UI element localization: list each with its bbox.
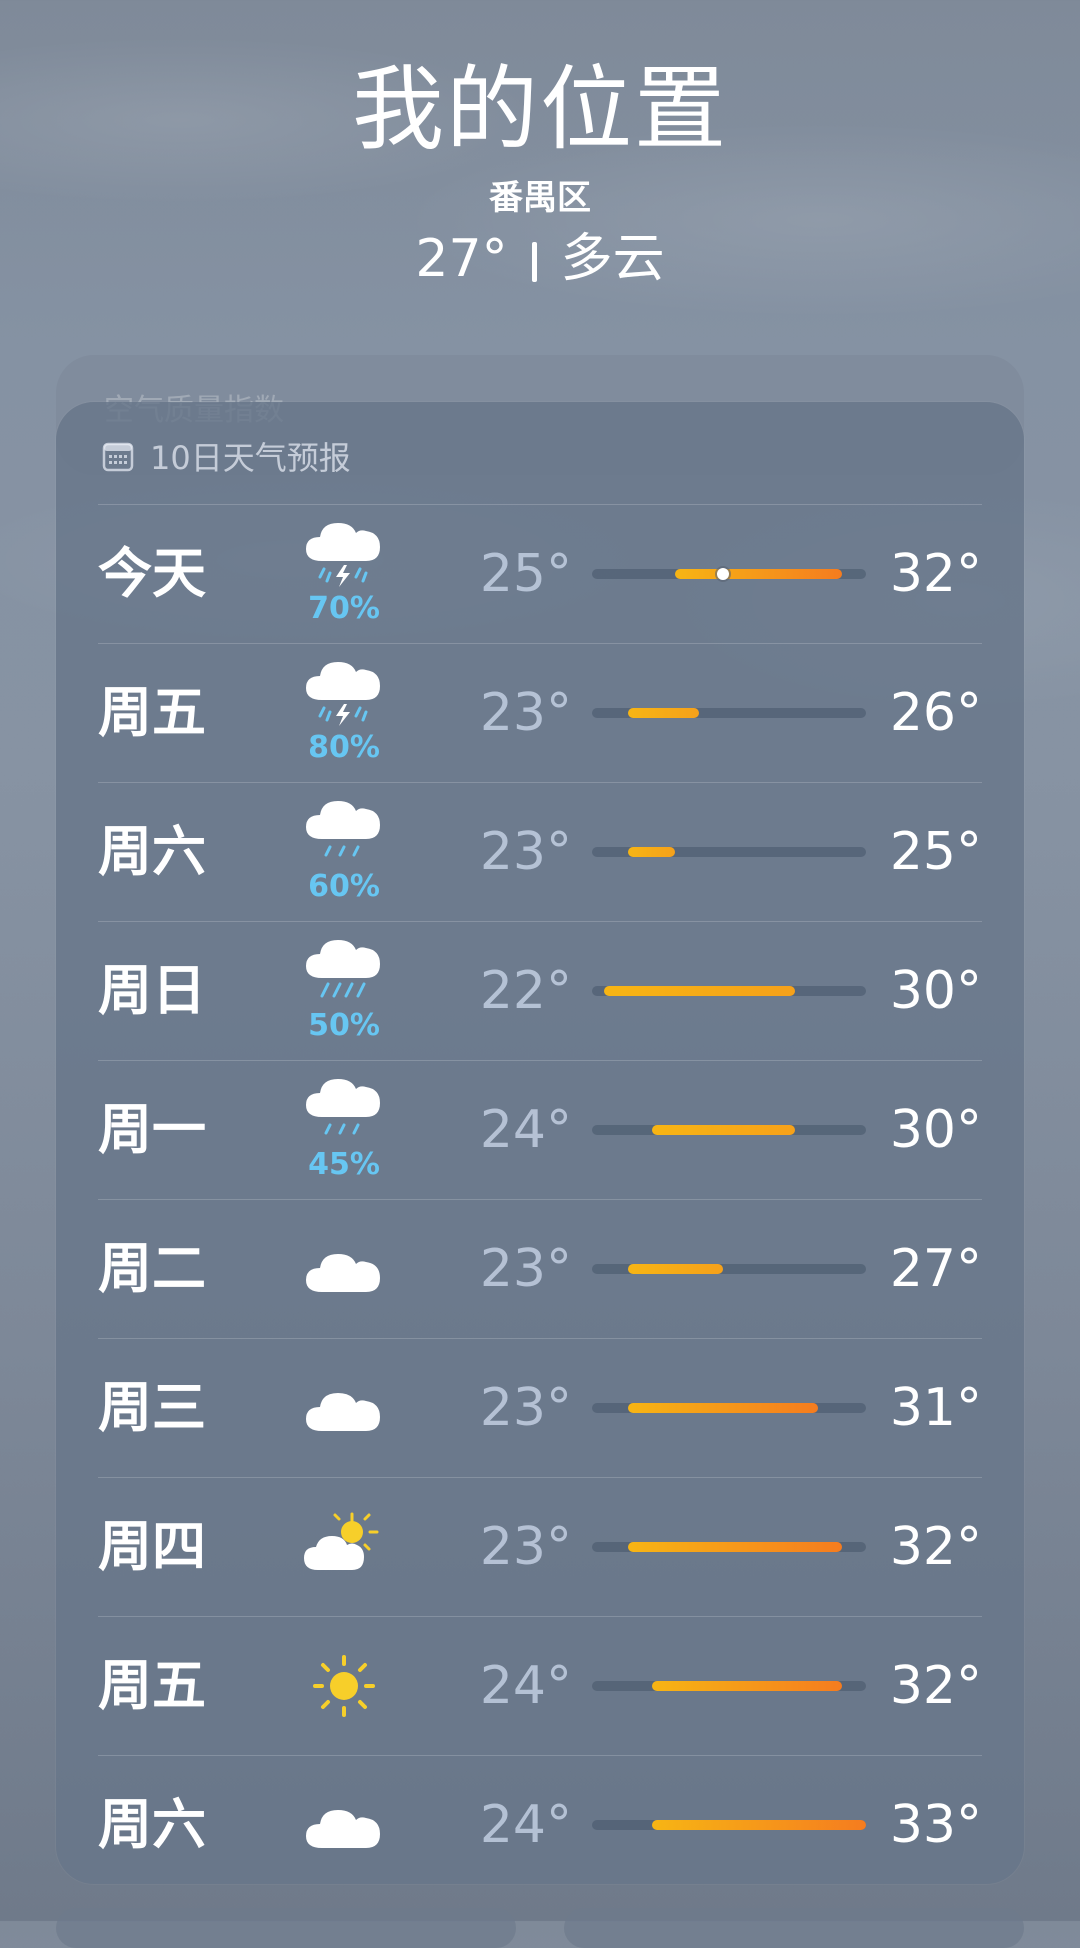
ten-day-forecast-card[interactable]: 10日天气预报 今天 70% 25° 32° 周五 80% 23° 26° 周六 60% 23° 25… xyxy=(56,402,1024,1884)
temp-range-fill xyxy=(651,1681,843,1691)
cloud-icon xyxy=(300,1339,388,1477)
forecast-rows: 今天 70% 25° 32° 周五 80% 23° 26° 周六 60% 23° 25° 周日 50% 22… xyxy=(98,504,982,1894)
temp-range-fill xyxy=(675,569,843,579)
precip-chance: 80% xyxy=(308,730,380,765)
temp-range-bar xyxy=(592,1542,866,1552)
temp-range-bar xyxy=(592,1681,866,1691)
day-label: 周六 xyxy=(98,820,206,883)
rain-icon: 60% xyxy=(300,783,388,921)
temp-range-fill xyxy=(651,1820,866,1830)
temp-range-fill xyxy=(651,1125,795,1135)
district-label: 番禺区 xyxy=(489,178,591,218)
calendar-icon xyxy=(102,442,134,472)
location-header: 我的位置 番禺区 27° 多云 xyxy=(0,50,1080,294)
low-temp: 24° xyxy=(479,1656,572,1716)
temp-range-bar xyxy=(592,708,866,718)
low-temp: 23° xyxy=(479,1378,572,1438)
current-temp-marker xyxy=(717,568,730,580)
low-temp: 25° xyxy=(479,544,572,604)
low-temp: 23° xyxy=(479,1517,572,1577)
heavy-rain-icon: 50% xyxy=(300,922,388,1060)
day-label: 周日 xyxy=(98,959,206,1022)
partly-sunny-icon xyxy=(300,1478,388,1616)
low-temp: 23° xyxy=(479,683,572,743)
temp-range-bar xyxy=(592,1820,866,1830)
day-label: 周二 xyxy=(98,1237,206,1300)
precip-chance: 70% xyxy=(308,591,380,626)
day-label: 周六 xyxy=(98,1793,206,1856)
temp-range-fill xyxy=(627,1403,819,1413)
high-temp: 27° xyxy=(889,1239,982,1299)
temp-range-bar xyxy=(592,1125,866,1135)
forecast-row[interactable]: 周一 45% 24° 30° xyxy=(98,1060,982,1199)
next-card-right[interactable] xyxy=(564,1908,1024,1948)
temp-range-bar xyxy=(592,847,866,857)
thunderstorm-icon: 70% xyxy=(300,505,388,643)
separator xyxy=(531,242,537,282)
thunderstorm-icon: 80% xyxy=(300,644,388,782)
day-label: 周一 xyxy=(98,1098,206,1161)
cloud-icon xyxy=(300,1756,388,1894)
current-temp: 27° xyxy=(415,229,508,289)
temp-range-fill xyxy=(627,1264,724,1274)
high-temp: 31° xyxy=(889,1378,982,1438)
temp-range-bar xyxy=(592,1264,866,1274)
forecast-row[interactable]: 周四 23° 32° xyxy=(98,1477,982,1616)
precip-chance: 50% xyxy=(308,1008,380,1043)
precip-chance: 60% xyxy=(308,869,380,904)
low-temp: 23° xyxy=(479,1239,572,1299)
high-temp: 32° xyxy=(889,544,982,604)
high-temp: 32° xyxy=(889,1517,982,1577)
forecast-row[interactable]: 周二 23° 27° xyxy=(98,1199,982,1338)
current-conditions: 27° 多云 xyxy=(0,224,1080,294)
forecast-row[interactable]: 周五 24° 32° xyxy=(98,1616,982,1755)
temp-range-fill xyxy=(627,708,700,718)
current-condition: 多云 xyxy=(560,229,665,289)
high-temp: 33° xyxy=(889,1795,982,1855)
sun-icon xyxy=(300,1617,388,1755)
day-label: 周四 xyxy=(98,1515,206,1578)
location-title: 我的位置 xyxy=(351,56,728,163)
low-temp: 23° xyxy=(479,822,572,882)
high-temp: 30° xyxy=(889,961,982,1021)
cloud-icon xyxy=(300,1200,388,1338)
forecast-header: 10日天气预报 xyxy=(102,432,351,480)
precip-chance: 45% xyxy=(308,1147,380,1182)
next-card-left[interactable] xyxy=(56,1908,516,1948)
forecast-row[interactable]: 周六 60% 23° 25° xyxy=(98,782,982,921)
high-temp: 32° xyxy=(889,1656,982,1716)
day-label: 今天 xyxy=(98,542,206,605)
forecast-row[interactable]: 今天 70% 25° 32° xyxy=(98,504,982,643)
low-temp: 22° xyxy=(479,961,572,1021)
low-temp: 24° xyxy=(479,1100,572,1160)
high-temp: 26° xyxy=(889,683,982,743)
forecast-row[interactable]: 周五 80% 23° 26° xyxy=(98,643,982,782)
high-temp: 30° xyxy=(889,1100,982,1160)
temp-range-bar xyxy=(592,568,866,580)
high-temp: 25° xyxy=(889,822,982,882)
forecast-row[interactable]: 周日 50% 22° 30° xyxy=(98,921,982,1060)
day-label: 周五 xyxy=(98,1654,206,1717)
temp-range-bar xyxy=(592,986,866,996)
day-label: 周五 xyxy=(98,681,206,744)
forecast-title: 10日天气预报 xyxy=(150,439,351,477)
forecast-row[interactable]: 周三 23° 31° xyxy=(98,1338,982,1477)
day-label: 周三 xyxy=(98,1376,206,1439)
low-temp: 24° xyxy=(479,1795,572,1855)
forecast-row[interactable]: 周六 24° 33° xyxy=(98,1755,982,1894)
temp-range-bar xyxy=(592,1403,866,1413)
rain-icon: 45% xyxy=(300,1061,388,1199)
temp-range-fill xyxy=(627,1542,843,1552)
temp-range-fill xyxy=(603,986,795,996)
temp-range-fill xyxy=(627,847,676,857)
